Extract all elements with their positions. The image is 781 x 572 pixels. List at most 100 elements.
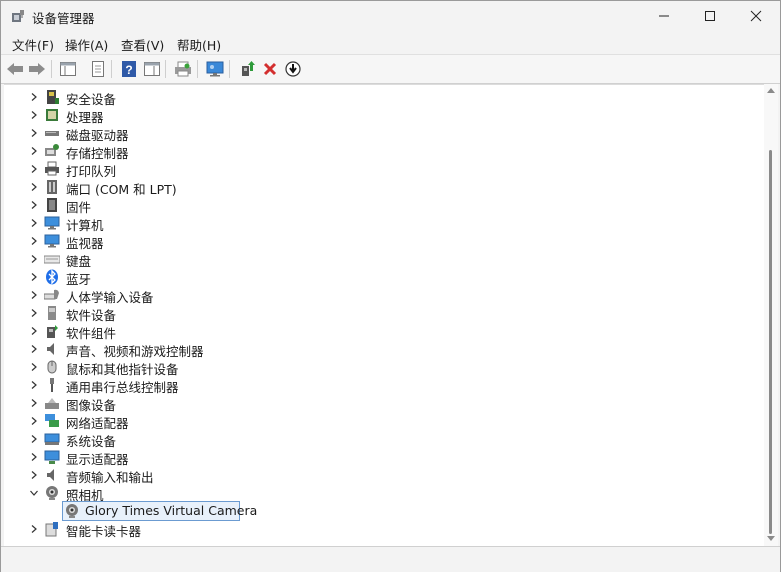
uninstall-device-button[interactable] (260, 59, 280, 79)
down-arrow-circle-icon (285, 61, 301, 77)
show-hide-console-tree-button[interactable] (58, 59, 78, 79)
chevron-right-icon[interactable] (28, 235, 40, 247)
close-button[interactable] (733, 1, 779, 31)
keyboard-icon (44, 255, 60, 264)
tree-child-item[interactable]: Glory Times Virtual Camera (4, 501, 744, 521)
minimize-button[interactable] (641, 1, 687, 31)
tree-category-item[interactable]: 声音、视频和游戏控制器 (4, 340, 744, 359)
device-manager-app-icon (12, 10, 24, 22)
chevron-right-icon[interactable] (28, 253, 40, 265)
disable-device-button[interactable] (283, 59, 303, 79)
tree-category-item[interactable]: 网络适配器 (4, 412, 744, 431)
tree-category-item[interactable]: 智能卡读卡器 (4, 520, 744, 539)
menu-file[interactable]: 文件(F) (12, 35, 54, 54)
speaker-icon (47, 343, 54, 355)
tree-category-item[interactable]: 显示适配器 (4, 448, 744, 467)
back-button[interactable] (5, 59, 25, 79)
tree-category-item[interactable]: 磁盘驱动器 (4, 124, 744, 143)
chevron-right-icon[interactable] (28, 307, 40, 319)
chevron-right-icon[interactable] (28, 523, 40, 535)
toolbar-separator (111, 60, 112, 78)
update-driver-button[interactable] (237, 59, 257, 79)
chevron-right-icon[interactable] (28, 451, 40, 463)
tree-category-item[interactable]: 安全设备 (4, 88, 744, 107)
bluetooth-icon (46, 269, 58, 285)
tree-category-item[interactable]: 端口 (COM 和 LPT) (4, 178, 744, 197)
chevron-right-icon[interactable] (28, 217, 40, 229)
vertical-scrollbar[interactable] (764, 84, 778, 546)
software-device-icon (48, 306, 56, 320)
chevron-right-icon[interactable] (28, 199, 40, 211)
menu-view[interactable]: 查看(V) (121, 35, 164, 54)
print-icon (175, 61, 191, 77)
tree-category-item[interactable]: 音频输入和输出 (4, 466, 744, 485)
minimize-icon (659, 15, 669, 17)
chevron-right-icon[interactable] (28, 181, 40, 193)
tree-category-item[interactable]: 人体学输入设备 (4, 286, 744, 305)
scrollbar-thumb[interactable] (769, 150, 772, 534)
chevron-right-icon[interactable] (28, 127, 40, 139)
tree-category-item[interactable]: 系统设备 (4, 430, 744, 449)
scan-hardware-changes-button[interactable] (205, 59, 225, 79)
tree-category-item[interactable]: 软件设备 (4, 304, 744, 323)
storage-controller-icon (45, 144, 59, 156)
tree-category-item[interactable]: 监视器 (4, 232, 744, 251)
tree-category-item[interactable]: 计算机 (4, 214, 744, 233)
tree-category-item[interactable]: 鼠标和其他指针设备 (4, 358, 744, 377)
printer-icon (45, 161, 59, 176)
camera-icon (46, 486, 58, 500)
tree-category-item[interactable]: 键盘 (4, 250, 744, 269)
scan-monitor-icon (206, 61, 224, 77)
properties-button[interactable] (88, 59, 108, 79)
tree-category-item[interactable]: 固件 (4, 196, 744, 215)
chevron-right-icon[interactable] (28, 91, 40, 103)
toolbar-separator (165, 60, 166, 78)
chevron-down-icon[interactable] (28, 487, 40, 499)
tree-category-item[interactable]: 通用串行总线控制器 (4, 376, 744, 395)
tree-category-item[interactable]: 存储控制器 (4, 142, 744, 161)
chevron-right-icon[interactable] (28, 379, 40, 391)
chevron-right-icon[interactable] (28, 343, 40, 355)
maximize-button[interactable] (687, 1, 733, 31)
update-driver-icon (242, 61, 255, 76)
show-pane-button[interactable] (142, 59, 162, 79)
audio-io-icon (47, 469, 54, 481)
title-bar[interactable]: 设备管理器 (1, 1, 780, 31)
chevron-right-icon[interactable] (28, 271, 40, 283)
webcam-icon (66, 504, 78, 518)
tree-category-item[interactable]: 处理器 (4, 106, 744, 125)
chevron-right-icon[interactable] (28, 361, 40, 373)
chevron-right-icon[interactable] (28, 289, 40, 301)
tree-category-item[interactable]: 打印队列 (4, 160, 744, 179)
chevron-right-icon[interactable] (28, 397, 40, 409)
back-arrow-icon (7, 63, 23, 75)
port-icon (47, 180, 57, 194)
delete-x-icon (263, 62, 277, 76)
menu-action[interactable]: 操作(A) (65, 35, 108, 54)
help-button[interactable]: ? (119, 59, 139, 79)
scroll-up-icon[interactable] (767, 87, 775, 93)
chevron-right-icon[interactable] (28, 109, 40, 121)
computer-icon (44, 216, 60, 230)
scroll-down-icon[interactable] (767, 536, 775, 542)
print-button[interactable] (173, 59, 193, 79)
device-tree[interactable]: 安全设备 处理器 磁盘驱动器 存储控制器 打印队列 端口 (COM 和 LPT) 固件 计算机… (4, 84, 764, 547)
tree-category-item[interactable]: 软件组件 (4, 322, 744, 341)
chevron-right-icon[interactable] (28, 433, 40, 445)
chevron-right-icon[interactable] (28, 145, 40, 157)
menu-help[interactable]: 帮助(H) (177, 35, 221, 54)
chevron-right-icon[interactable] (28, 469, 40, 481)
properties-icon (92, 61, 104, 77)
tree-category-item[interactable]: 图像设备 (4, 394, 744, 413)
help-icon: ? (122, 61, 136, 77)
chevron-right-icon[interactable] (28, 415, 40, 427)
usb-icon (50, 378, 54, 392)
forward-button[interactable] (27, 59, 47, 79)
tree-category-item[interactable]: 蓝牙 (4, 268, 744, 287)
tree-item-label: Glory Times Virtual Camera (85, 503, 258, 518)
monitor-icon (44, 234, 60, 248)
tree-category-item[interactable]: 照相机 (4, 484, 744, 503)
chevron-right-icon[interactable] (28, 325, 40, 337)
forward-arrow-icon (29, 63, 45, 75)
chevron-right-icon[interactable] (28, 163, 40, 175)
